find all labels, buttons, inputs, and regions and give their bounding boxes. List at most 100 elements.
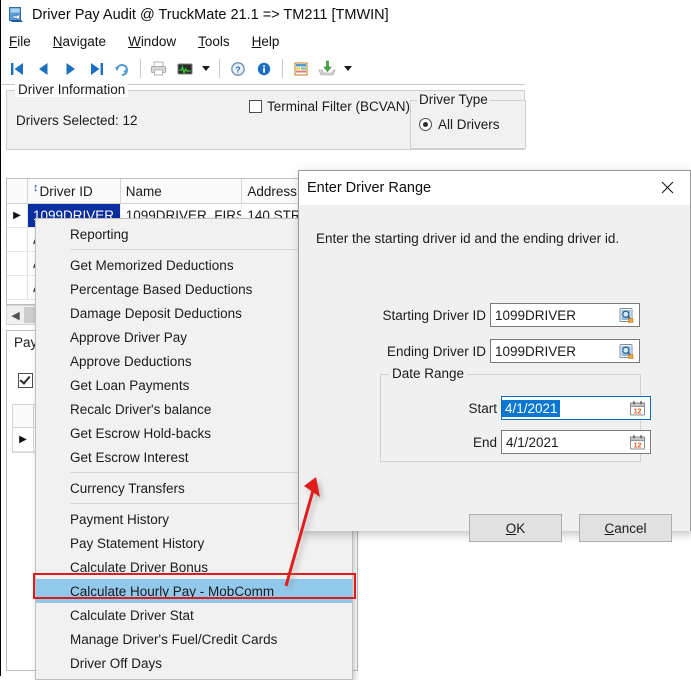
terminal-filter-label: Terminal Filter (BCVAN) bbox=[267, 99, 411, 114]
next-record-icon[interactable] bbox=[57, 56, 83, 82]
menu-item-label: Damage Deposit Deductions bbox=[70, 305, 242, 321]
scroll-left-icon[interactable]: ◀ bbox=[7, 306, 24, 324]
monitor-dropdown-icon[interactable] bbox=[198, 57, 214, 81]
row-indicator-icon bbox=[7, 276, 28, 299]
menu-item-label: Recalc Driver's balance bbox=[70, 401, 212, 417]
close-icon[interactable] bbox=[644, 171, 690, 204]
menu-item-label: Payment History bbox=[70, 511, 170, 527]
driver-type-group: Driver Type All Drivers bbox=[410, 92, 526, 149]
ending-driver-id-row: Ending Driver ID 1099DRIVER bbox=[371, 339, 640, 363]
input-value: 1099DRIVER bbox=[495, 307, 577, 323]
menu-item-label: Calculate Driver Bonus bbox=[70, 559, 209, 575]
toolbar: ? bbox=[1, 53, 525, 85]
end-date-row: End 4/1/2021 12 bbox=[387, 430, 651, 454]
grid-indicator-header bbox=[7, 179, 28, 203]
menu-item-label: Get Escrow Hold-backs bbox=[70, 425, 212, 441]
input-value: 1099DRIVER bbox=[495, 343, 577, 359]
menu-item-driver-off-days[interactable]: Driver Off Days bbox=[36, 651, 352, 675]
ending-driver-id-input[interactable]: 1099DRIVER bbox=[490, 339, 640, 363]
last-record-icon[interactable] bbox=[83, 56, 109, 82]
print-icon[interactable] bbox=[146, 56, 172, 82]
export-dropdown-icon[interactable] bbox=[340, 57, 356, 81]
menu-item-label: Driver Off Days bbox=[70, 655, 163, 671]
all-drivers-label: All Drivers bbox=[438, 117, 500, 132]
menu-item-pay-statement-history[interactable]: Pay Statement History bbox=[36, 531, 352, 555]
menu-item-label: Currency Transfers bbox=[70, 480, 185, 496]
menu-item-label: Percentage Based Deductions bbox=[70, 281, 253, 297]
ok-button[interactable]: OK bbox=[469, 514, 562, 542]
menu-item-label: Approve Driver Pay bbox=[70, 329, 188, 345]
ending-driver-id-label: Ending Driver ID bbox=[386, 343, 486, 359]
column-header-name[interactable]: Name bbox=[121, 179, 243, 203]
column-header-driver-id[interactable]: ↕ Driver ID bbox=[28, 179, 121, 203]
menu-file[interactable]: File bbox=[9, 34, 31, 49]
help-icon[interactable]: ? bbox=[225, 56, 251, 82]
menu-item-label: Manage Driver's Fuel/Credit Cards bbox=[70, 631, 278, 647]
svg-text:12: 12 bbox=[634, 442, 642, 449]
titlebar: Driver Pay Audit @ TruckMate 21.1 => TM2… bbox=[1, 0, 691, 30]
start-date-input[interactable]: 4/1/2021 12 bbox=[501, 396, 651, 420]
start-date-row: Start 4/1/2021 12 bbox=[387, 396, 651, 420]
dialog-title: Enter Driver Range bbox=[307, 180, 432, 196]
menubar: File Navigate Window Tools Help bbox=[1, 30, 691, 53]
checkbox-box bbox=[18, 373, 33, 388]
window-title: Driver Pay Audit @ TruckMate 21.1 => TM2… bbox=[32, 7, 389, 23]
first-record-icon[interactable] bbox=[5, 56, 31, 82]
driver-information-legend: Driver Information bbox=[15, 82, 129, 97]
menu-item-label: Calculate Hourly Pay - MobComm bbox=[70, 583, 275, 599]
end-date-input[interactable]: 4/1/2021 12 bbox=[501, 430, 651, 454]
monitor-icon[interactable] bbox=[172, 56, 198, 82]
row-indicator-icon bbox=[7, 252, 28, 275]
input-value: 4/1/2021 bbox=[506, 434, 559, 450]
cancel-button[interactable]: Cancel bbox=[579, 514, 672, 542]
dialog-titlebar: Enter Driver Range bbox=[299, 171, 690, 205]
dialog-instruction: Enter the starting driver id and the end… bbox=[316, 231, 620, 246]
row-indicator-icon: ▶ bbox=[7, 204, 28, 227]
radio-all-drivers[interactable]: All Drivers bbox=[419, 117, 500, 132]
column-header-label: Driver ID bbox=[39, 183, 93, 199]
toolbar-separator bbox=[140, 59, 141, 78]
svg-text:12: 12 bbox=[634, 408, 642, 415]
input-value: 4/1/2021 bbox=[502, 399, 560, 417]
sort-ascending-icon: ↕ bbox=[33, 181, 39, 194]
export-icon[interactable] bbox=[314, 56, 340, 82]
lookup-icon[interactable] bbox=[618, 343, 635, 360]
starting-driver-id-row: Starting Driver ID 1099DRIVER bbox=[371, 303, 640, 327]
previous-record-icon[interactable] bbox=[31, 56, 57, 82]
enter-driver-range-dialog: Enter Driver Range Enter the starting dr… bbox=[298, 170, 691, 542]
column-header-label: Name bbox=[125, 183, 162, 199]
refresh-icon[interactable] bbox=[109, 56, 135, 82]
menu-tools[interactable]: Tools bbox=[198, 34, 230, 49]
calendar-icon[interactable]: 12 bbox=[629, 434, 646, 451]
menu-item-label: Approve Deductions bbox=[70, 353, 192, 369]
menu-item-calculate-hourly-pay-mobcomm[interactable]: Calculate Hourly Pay - MobComm bbox=[36, 579, 352, 603]
menu-window[interactable]: Window bbox=[128, 34, 176, 49]
menu-item-manage-drivers-fuel-credit-cards[interactable]: Manage Driver's Fuel/Credit Cards bbox=[36, 627, 352, 651]
svg-text:?: ? bbox=[235, 64, 240, 74]
driver-type-legend: Driver Type bbox=[417, 92, 490, 107]
report-icon[interactable] bbox=[288, 56, 314, 82]
start-date-label: Start bbox=[468, 400, 497, 416]
menu-navigate[interactable]: Navigate bbox=[53, 34, 106, 49]
grid-indicator-header bbox=[13, 405, 34, 427]
menu-item-label: Get Escrow Interest bbox=[70, 449, 189, 465]
calendar-icon[interactable]: 12 bbox=[629, 400, 646, 417]
date-range-legend: Date Range bbox=[389, 366, 468, 381]
starting-driver-id-input[interactable]: 1099DRIVER bbox=[490, 303, 640, 327]
lookup-icon[interactable] bbox=[618, 307, 635, 324]
menu-item-label: Reporting bbox=[70, 226, 129, 242]
menu-item-label: Pay Statement History bbox=[70, 535, 205, 551]
menu-help[interactable]: Help bbox=[252, 34, 280, 49]
end-date-label: End bbox=[472, 434, 497, 450]
menu-item-label: Get Memorized Deductions bbox=[70, 257, 234, 273]
menu-item-calculate-driver-stat[interactable]: Calculate Driver Stat bbox=[36, 603, 352, 627]
starting-driver-id-label: Starting Driver ID bbox=[382, 307, 486, 323]
info-icon[interactable] bbox=[251, 56, 277, 82]
application-window-icon bbox=[7, 6, 25, 24]
menu-item-calculate-driver-bonus[interactable]: Calculate Driver Bonus bbox=[36, 555, 352, 579]
terminal-filter-checkbox[interactable]: Terminal Filter (BCVAN) bbox=[249, 99, 410, 114]
toolbar-separator bbox=[219, 59, 220, 78]
drivers-selected-label: Drivers Selected: 12 bbox=[16, 113, 138, 128]
dialog-body: Enter the starting driver id and the end… bbox=[299, 205, 690, 542]
checkbox-box bbox=[249, 100, 262, 113]
